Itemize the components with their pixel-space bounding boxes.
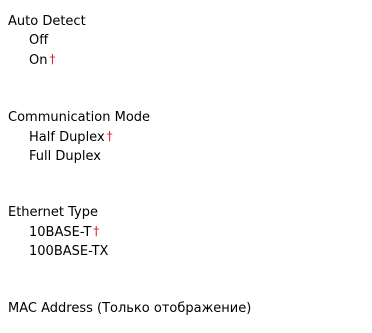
setting-communication-mode: Communication Mode Half Duplex † Full Dup… bbox=[8, 108, 150, 166]
option-label: Half Duplex bbox=[29, 130, 105, 145]
setting-ethernet-type: Ethernet Type 10BASE-T † 100BASE-TX bbox=[8, 203, 108, 261]
option-label: 100BASE-TX bbox=[29, 244, 109, 259]
option-off: Off bbox=[8, 31, 86, 50]
setting-title: Communication Mode bbox=[8, 110, 151, 125]
option-on: On † bbox=[8, 50, 86, 70]
option-10base-t: 10BASE-T † bbox=[8, 222, 108, 242]
setting-mac-address: MAC Address (Только отображение) bbox=[8, 299, 251, 318]
setting-title: Ethernet Type bbox=[8, 205, 98, 220]
default-mark-icon: † bbox=[93, 224, 100, 238]
option-label: Off bbox=[29, 33, 49, 48]
setting-title: Auto Detect bbox=[8, 14, 86, 29]
option-full-duplex: Full Duplex bbox=[8, 147, 150, 166]
option-label: Full Duplex bbox=[29, 149, 101, 164]
option-label: 10BASE-T bbox=[29, 225, 92, 240]
option-100base-tx: 100BASE-TX bbox=[8, 242, 108, 261]
default-mark-icon: † bbox=[49, 52, 56, 66]
option-half-duplex: Half Duplex † bbox=[8, 127, 150, 147]
option-label: On bbox=[29, 53, 48, 68]
setting-title: MAC Address (Только отображение) bbox=[8, 301, 252, 316]
setting-auto-detect: Auto Detect Off On † bbox=[8, 12, 86, 70]
default-mark-icon: † bbox=[106, 129, 113, 143]
